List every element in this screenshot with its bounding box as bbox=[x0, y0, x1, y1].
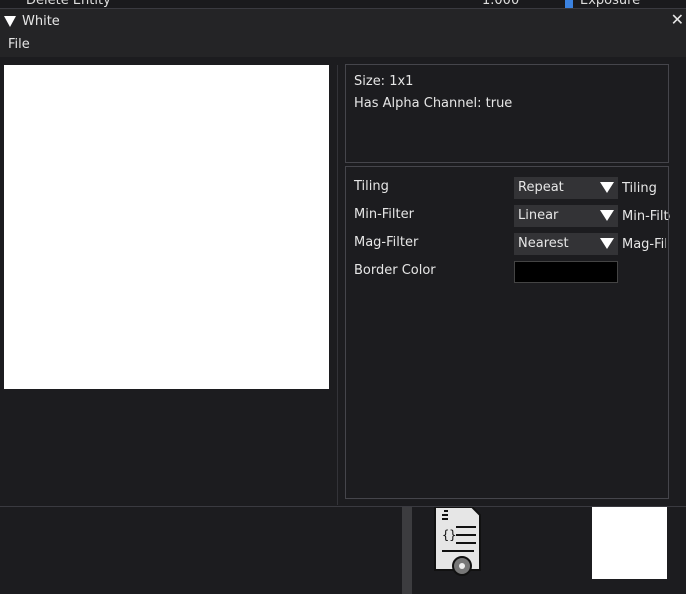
exposure-label: Exposure bbox=[580, 0, 641, 8]
window-title: White bbox=[22, 13, 60, 29]
mag-filter-side-label: Mag-Filter bbox=[622, 237, 666, 252]
chevron-down-icon bbox=[600, 182, 614, 193]
close-icon[interactable]: ✕ bbox=[671, 10, 684, 29]
size-text: Size: 1x1 bbox=[354, 74, 414, 89]
splitter[interactable] bbox=[337, 65, 338, 505]
tiling-label: Tiling bbox=[354, 179, 389, 194]
info-panel: Size: 1x1 Has Alpha Channel: true bbox=[345, 64, 669, 163]
menu-bar: File bbox=[0, 33, 686, 57]
min-filter-dropdown[interactable]: Linear bbox=[514, 205, 618, 227]
tiling-side-label: Tiling bbox=[622, 181, 657, 196]
mag-filter-value: Nearest bbox=[518, 236, 569, 251]
min-filter-label: Min-Filter bbox=[354, 207, 414, 222]
texture-window: White ✕ File Size: 1x1 Has Alpha Channel… bbox=[0, 8, 686, 506]
mag-filter-dropdown[interactable]: Nearest bbox=[514, 233, 618, 255]
asset-browser: {} bbox=[0, 506, 686, 594]
chevron-down-icon bbox=[600, 238, 614, 249]
svg-text:{}: {} bbox=[442, 528, 456, 542]
mag-filter-label: Mag-Filter bbox=[354, 235, 419, 250]
scrollbar[interactable] bbox=[402, 507, 412, 594]
tiling-dropdown[interactable]: Repeat bbox=[514, 177, 618, 199]
triangle-down-icon[interactable] bbox=[4, 15, 16, 27]
border-color-label: Border Color bbox=[354, 263, 436, 278]
background-toolbar: Delete Entity 1.000 Exposure bbox=[0, 0, 686, 8]
config-file-icon[interactable]: {} bbox=[432, 507, 492, 577]
chevron-down-icon bbox=[600, 210, 614, 221]
border-color-swatch[interactable] bbox=[514, 261, 618, 283]
menu-file[interactable]: File bbox=[8, 37, 30, 52]
min-filter-side-label: Min-Filter bbox=[622, 209, 670, 224]
value-field[interactable]: 1.000 bbox=[482, 0, 519, 8]
white-texture-thumbnail[interactable] bbox=[592, 507, 667, 579]
window-title-bar[interactable]: White ✕ bbox=[0, 9, 686, 33]
tiling-value: Repeat bbox=[518, 180, 564, 195]
min-filter-value: Linear bbox=[518, 208, 559, 223]
alpha-text: Has Alpha Channel: true bbox=[354, 96, 513, 111]
settings-panel: Tiling Repeat Tiling Min-Filter Linear M… bbox=[345, 166, 670, 499]
delete-entity-button[interactable]: Delete Entity bbox=[26, 0, 111, 8]
texture-preview bbox=[4, 65, 329, 389]
